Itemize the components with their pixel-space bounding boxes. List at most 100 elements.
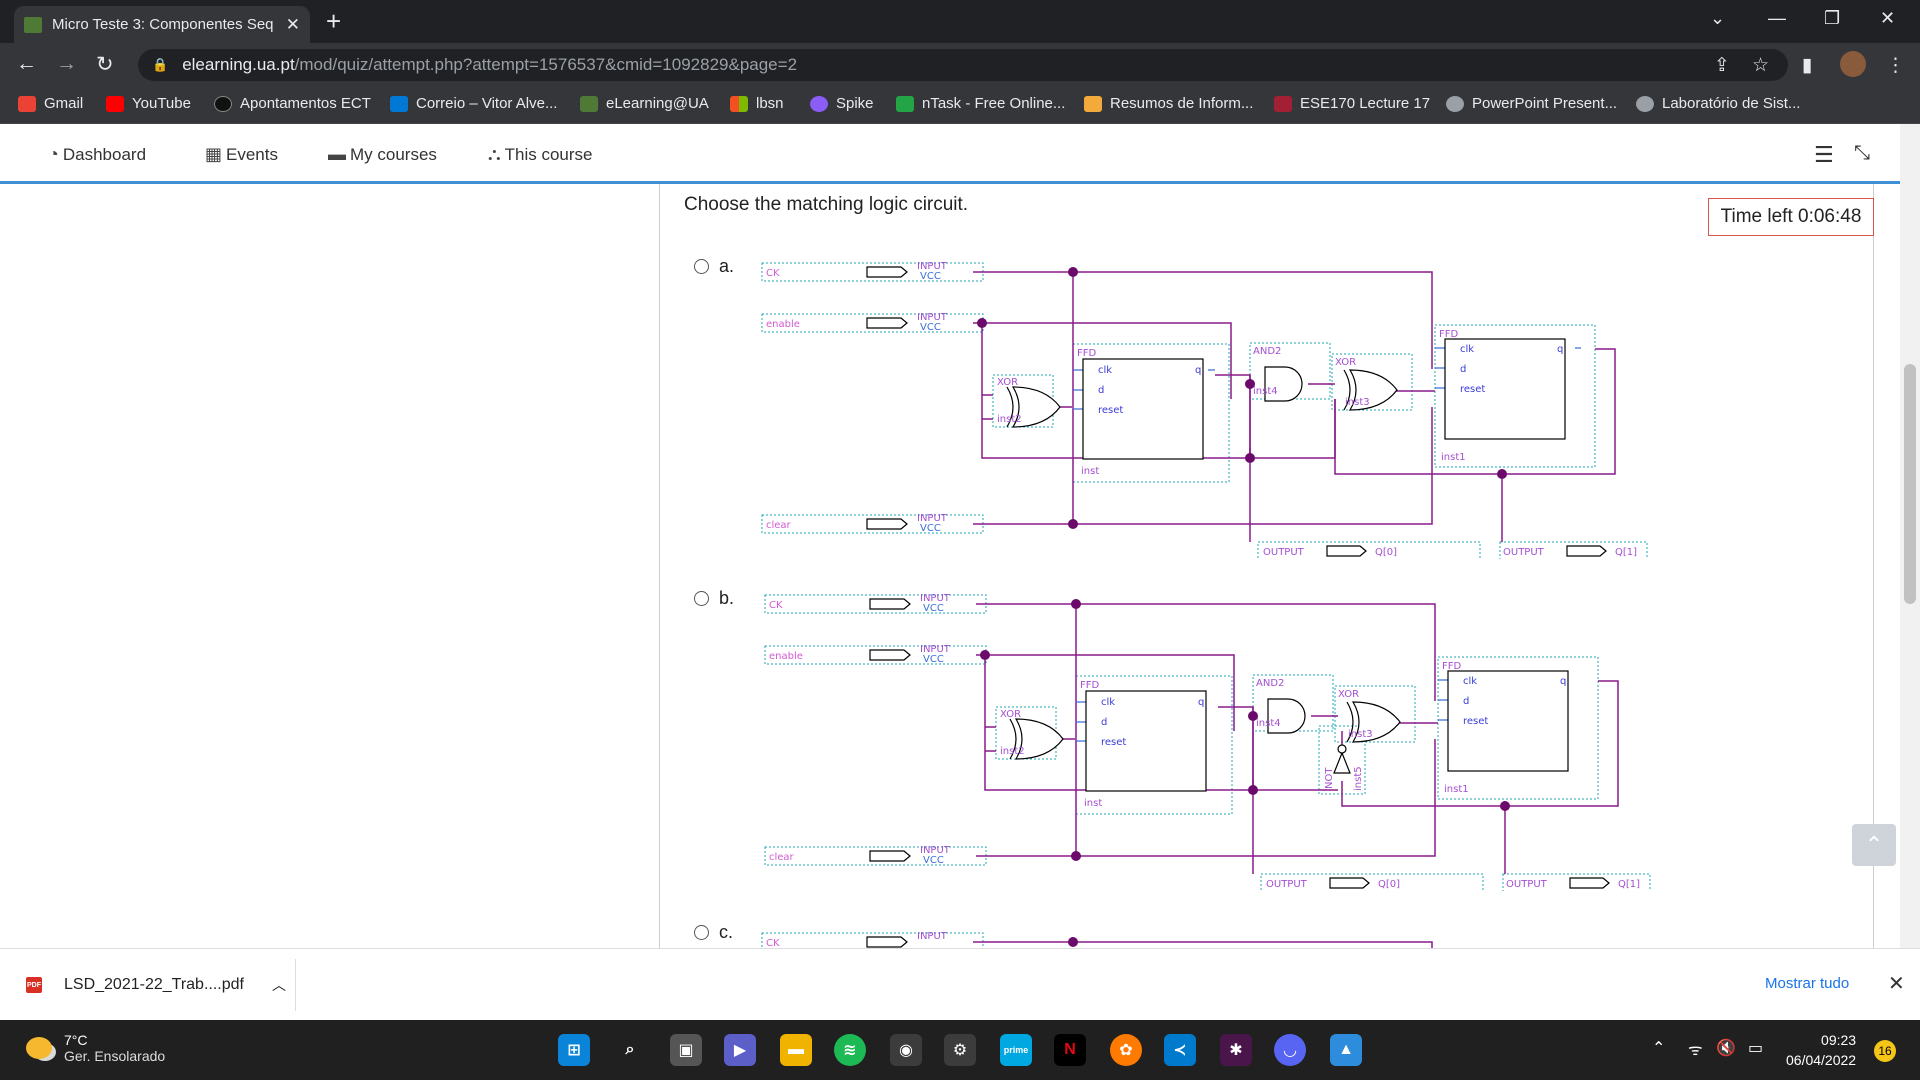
bookmark-ntask[interactable]: nTask - Free Online...	[896, 95, 1065, 112]
url-host: elearning.ua.pt	[182, 55, 295, 74]
vcc-label: VCC	[920, 271, 941, 282]
bookmark-spike[interactable]: Spike	[810, 95, 874, 112]
close-downloads-icon[interactable]: ✕	[1888, 971, 1905, 996]
vcc-label: VCC	[920, 322, 941, 333]
tab-search-chevron-icon[interactable]: ⌄	[1710, 8, 1725, 29]
bookmark-apontamentos[interactable]: Apontamentos ECT	[214, 95, 371, 112]
radio-b[interactable]	[694, 591, 709, 606]
inst-label: inst1	[1444, 784, 1469, 795]
new-tab-icon[interactable]: +	[326, 6, 341, 37]
label-ck: CK	[766, 268, 780, 279]
settings-gear-icon[interactable]: ⚙	[944, 1034, 976, 1066]
address-bar[interactable]: 🔒 elearning.ua.pt/mod/quiz/attempt.php?a…	[138, 49, 1788, 81]
search-icon[interactable]: ⌕	[614, 1034, 646, 1066]
pin-d: d	[1460, 364, 1466, 375]
fl-studio-icon[interactable]: ✿	[1110, 1034, 1142, 1066]
download-item[interactable]: PDF LSD_2021-22_Trab....pdf ︿	[26, 975, 286, 995]
page-scrollbar[interactable]	[1900, 124, 1920, 948]
volume-muted-icon[interactable]: 🔇	[1716, 1038, 1736, 1058]
discord-icon[interactable]: ◡	[1274, 1034, 1306, 1066]
close-window-icon[interactable]: ✕	[1880, 8, 1895, 29]
netflix-icon[interactable]: N	[1054, 1034, 1086, 1066]
bookmark-star-icon[interactable]: ☆	[1752, 54, 1769, 77]
lock-icon: 🔒	[152, 57, 169, 72]
output-tag: OUTPUT	[1266, 879, 1308, 890]
globe-icon	[1446, 95, 1464, 112]
vcc-label: VCC	[923, 855, 944, 866]
notification-badge[interactable]: 16	[1874, 1040, 1896, 1062]
wifi-icon[interactable]: ᯤ	[1688, 1038, 1703, 1060]
nav-this-course[interactable]: ⛬ This course	[488, 144, 592, 165]
inst-label: inst3	[1345, 397, 1370, 408]
share-icon[interactable]: ⇪	[1714, 54, 1730, 77]
spotify-icon[interactable]: ≋	[834, 1034, 866, 1066]
restore-icon[interactable]: ❐	[1824, 8, 1840, 29]
bookmarks-bar: Gmail YouTube Apontamentos ECT Correio –…	[0, 87, 1920, 124]
inst-label: inst2	[1000, 746, 1025, 757]
xor-label: XOR	[997, 377, 1018, 388]
bookmark-lbsn[interactable]: lbsn	[730, 95, 784, 112]
minimize-icon[interactable]: —	[1768, 8, 1786, 29]
weather-sun-icon	[26, 1037, 52, 1059]
chrome-icon[interactable]: ◉	[890, 1034, 922, 1066]
option-c[interactable]: c.	[694, 922, 733, 943]
option-b[interactable]: b.	[694, 588, 734, 609]
close-tab-icon[interactable]: ✕	[286, 15, 300, 35]
bookmark-resumos[interactable]: Resumos de Inform...	[1084, 95, 1253, 112]
system-clock[interactable]: 09:23 06/04/2022	[1786, 1030, 1856, 1070]
q0-label: Q[0]	[1375, 547, 1397, 558]
bookmark-ese170[interactable]: ESE170 Lecture 17	[1274, 95, 1430, 112]
inst-label: inst5	[1353, 766, 1364, 791]
pin-reset: reset	[1460, 384, 1485, 395]
collapse-icon[interactable]: ⤡	[1854, 142, 1870, 165]
inst-label: inst	[1084, 798, 1102, 809]
forward-icon[interactable]: →	[56, 52, 77, 76]
inst-label: inst2	[997, 414, 1022, 425]
prime-video-icon[interactable]: prime	[1000, 1034, 1032, 1066]
bookmark-correio[interactable]: Correio – Vitor Alve...	[390, 95, 557, 112]
photos-icon[interactable]: ▲	[1330, 1034, 1362, 1066]
reading-list-icon[interactable]: ▮	[1802, 54, 1812, 77]
bookmark-elearning[interactable]: eLearning@UA	[580, 95, 709, 112]
output-tag: OUTPUT	[1263, 547, 1305, 558]
radio-c[interactable]	[694, 925, 709, 940]
profile-avatar[interactable]	[1840, 51, 1866, 77]
pin-clk: clk	[1463, 676, 1477, 687]
nav-dashboard[interactable]: ◔ Dashboard	[48, 144, 146, 165]
ffd-label: FFD	[1439, 329, 1459, 340]
bookmark-youtube[interactable]: YouTube	[106, 95, 191, 112]
scrollbar-thumb[interactable]	[1904, 364, 1916, 604]
radio-a[interactable]	[694, 259, 709, 274]
reload-icon[interactable]: ↻	[96, 52, 114, 77]
tray-chevron-icon[interactable]: ⌃	[1652, 1038, 1665, 1058]
weather-widget[interactable]: 7°C Ger. Ensolarado	[26, 1032, 165, 1064]
slack-icon[interactable]: ✱	[1220, 1034, 1252, 1066]
url-path: /mod/quiz/attempt.php?attempt=1576537&cm…	[294, 55, 798, 74]
browser-tab[interactable]: Micro Teste 3: Componentes Seq ✕	[14, 6, 310, 43]
vcc-label: VCC	[923, 603, 944, 614]
bookmark-powerpoint[interactable]: PowerPoint Present...	[1446, 95, 1617, 112]
label-enable: enable	[769, 651, 803, 662]
sitemap-icon: ⛬	[488, 144, 501, 164]
file-explorer-icon[interactable]: ▬	[780, 1034, 812, 1066]
show-all-downloads-link[interactable]: Mostrar tudo	[1765, 975, 1849, 992]
menu-dots-icon[interactable]: ⋮	[1886, 54, 1905, 77]
back-to-top-button[interactable]: ⌃	[1852, 824, 1896, 866]
vscode-icon[interactable]: ≺	[1164, 1034, 1196, 1066]
chevron-up-icon[interactable]: ︿	[272, 975, 286, 995]
bookmark-laboratorio[interactable]: Laboratório de Sist...	[1636, 95, 1800, 112]
nav-events[interactable]: ▦ Events	[205, 144, 278, 165]
option-a[interactable]: a.	[694, 256, 734, 277]
bookmark-gmail[interactable]: Gmail	[18, 95, 83, 112]
teams-chat-icon[interactable]: ▶	[724, 1034, 756, 1066]
toggle-drawer-icon[interactable]: ☰	[1814, 142, 1834, 168]
nav-my-courses[interactable]: ▬ My courses	[328, 144, 437, 165]
windows-start-icon[interactable]: ⊞	[558, 1034, 590, 1066]
dashboard-icon: ◔	[48, 144, 59, 164]
task-view-icon[interactable]: ▣	[670, 1034, 702, 1066]
back-icon[interactable]: ←	[16, 52, 37, 76]
downloads-bar: PDF LSD_2021-22_Trab....pdf ︿ Mostrar tu…	[0, 948, 1920, 1020]
q1-label: Q[1]	[1615, 547, 1637, 558]
battery-icon[interactable]: ▭	[1748, 1038, 1763, 1058]
pin-q: q	[1195, 365, 1201, 376]
